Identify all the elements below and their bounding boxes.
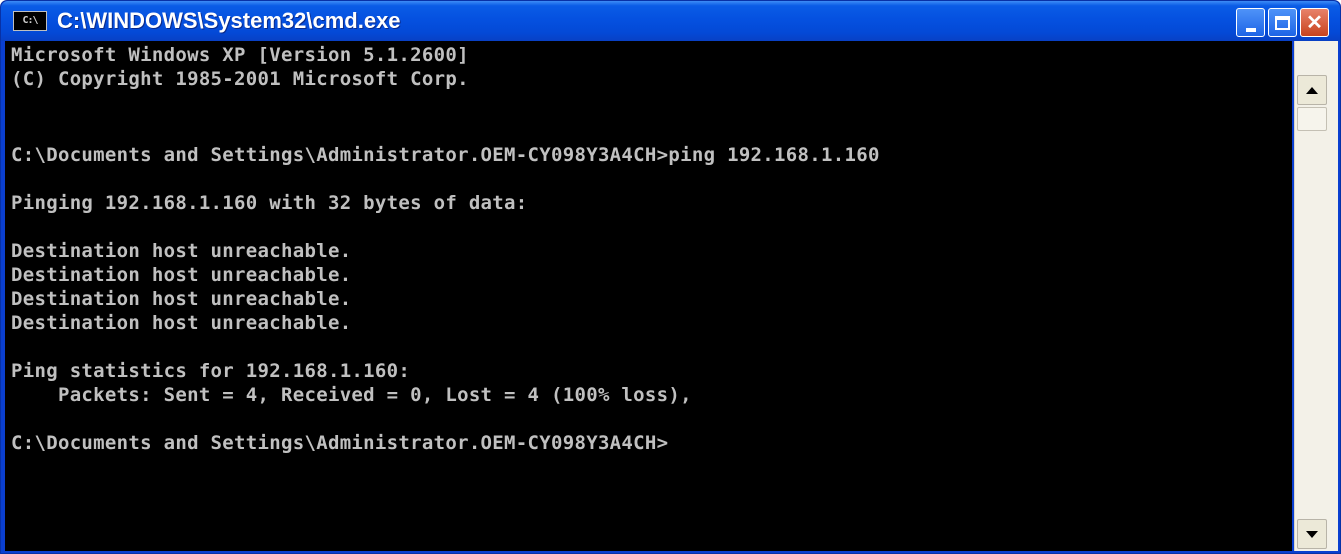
maximize-icon bbox=[1275, 15, 1290, 30]
close-icon: ✕ bbox=[1306, 11, 1323, 34]
window-title: C:\WINDOWS\System32\cmd.exe bbox=[57, 8, 401, 33]
console-line: Destination host unreachable. bbox=[11, 240, 352, 262]
console-line: Destination host unreachable. bbox=[11, 312, 352, 334]
scroll-up-arrow-icon bbox=[1306, 86, 1318, 94]
console-line: (C) Copyright 1985-2001 Microsoft Corp. bbox=[11, 68, 469, 90]
console-line: Packets: Sent = 4, Received = 0, Lost = … bbox=[11, 384, 692, 406]
console-line: Ping statistics for 192.168.1.160: bbox=[11, 360, 411, 382]
console-prompt[interactable]: C:\Documents and Settings\Administrator.… bbox=[11, 431, 668, 455]
vertical-scrollbar[interactable] bbox=[1294, 41, 1338, 551]
console-line: Microsoft Windows XP [Version 5.1.2600] bbox=[11, 44, 469, 66]
console-line: Destination host unreachable. bbox=[11, 288, 352, 310]
cmd-window: C:\ C:\WINDOWS\System32\cmd.exe ✕ Micros… bbox=[0, 0, 1341, 554]
console-line: Pinging 192.168.1.160 with 32 bytes of d… bbox=[11, 192, 528, 214]
cmd-icon[interactable]: C:\ bbox=[13, 11, 47, 31]
maximize-button[interactable] bbox=[1268, 8, 1297, 37]
console-line: Destination host unreachable. bbox=[11, 264, 352, 286]
title-bar[interactable]: C:\ C:\WINDOWS\System32\cmd.exe ✕ bbox=[1, 1, 1340, 41]
scroll-up-button[interactable] bbox=[1297, 75, 1327, 105]
minimize-button[interactable] bbox=[1236, 8, 1265, 37]
close-button[interactable]: ✕ bbox=[1300, 8, 1329, 37]
scroll-down-arrow-icon bbox=[1306, 530, 1318, 538]
scroll-down-button[interactable] bbox=[1297, 519, 1327, 549]
console-output[interactable]: Microsoft Windows XP [Version 5.1.2600] … bbox=[5, 41, 1292, 551]
minimize-icon bbox=[1245, 27, 1256, 32]
scroll-thumb[interactable] bbox=[1297, 107, 1327, 131]
console-line: C:\Documents and Settings\Administrator.… bbox=[11, 144, 880, 166]
